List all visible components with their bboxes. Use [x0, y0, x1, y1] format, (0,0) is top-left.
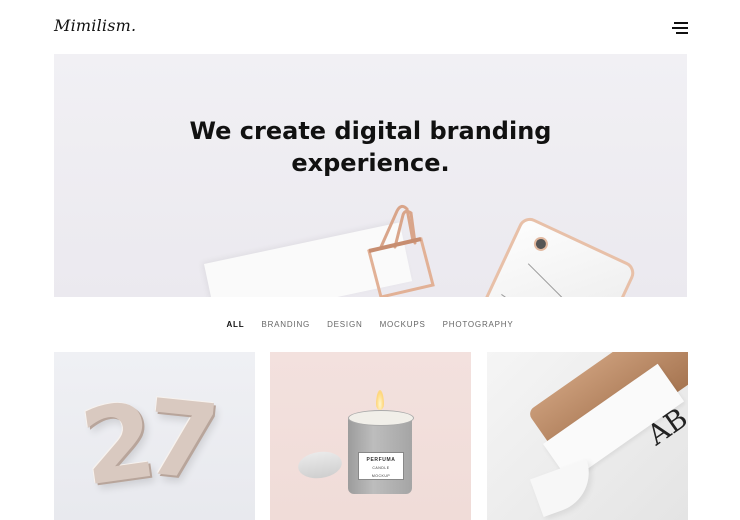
portfolio-item-balloons[interactable]: 2 7 [54, 352, 255, 520]
candle-label-sub2: MOCKUP [371, 474, 391, 478]
filter-tab-mockups[interactable]: MOCKUPS [380, 318, 426, 334]
candle-label-sub1: CANDLE [372, 466, 390, 470]
binder-clip-icon [367, 204, 435, 297]
candle-label: PERFUMA CANDLE MOCKUP [358, 452, 404, 480]
candle-lid [296, 449, 344, 481]
filter-tab-all[interactable]: ALL [226, 318, 244, 334]
hero-title-line-1: We create digital branding [189, 117, 552, 145]
hero-title: We create digital branding experience. [54, 115, 687, 179]
portfolio-item-poster-roll[interactable]: AB [487, 352, 688, 520]
portfolio-item-candle[interactable]: PERFUMA CANDLE MOCKUP [270, 352, 471, 520]
hero-banner: We create digital branding experience. [54, 54, 687, 297]
site-logo[interactable]: Mimilism. [54, 16, 136, 35]
filter-tab-branding[interactable]: BRANDING [261, 318, 310, 334]
marble-phone-case [466, 214, 639, 297]
logo-dot: . [131, 16, 137, 35]
site-header: Mimilism. [0, 0, 740, 54]
portfolio-filter-tabs: ALL BRANDING DESIGN MOCKUPS PHOTOGRAPHY [0, 318, 740, 334]
balloon-digit-7: 7 [139, 375, 225, 505]
candle-flame [376, 390, 384, 410]
poster-curl [529, 458, 601, 518]
logo-text: Mimilism [54, 16, 132, 35]
filter-tab-photography[interactable]: PHOTOGRAPHY [443, 318, 514, 334]
candle-wax-top [348, 410, 414, 426]
hamburger-menu-icon[interactable] [672, 21, 688, 35]
candle-label-brand: PERFUMA [366, 457, 396, 463]
hero-title-line-2: experience. [291, 149, 450, 177]
filter-tab-design[interactable]: DESIGN [327, 318, 362, 334]
